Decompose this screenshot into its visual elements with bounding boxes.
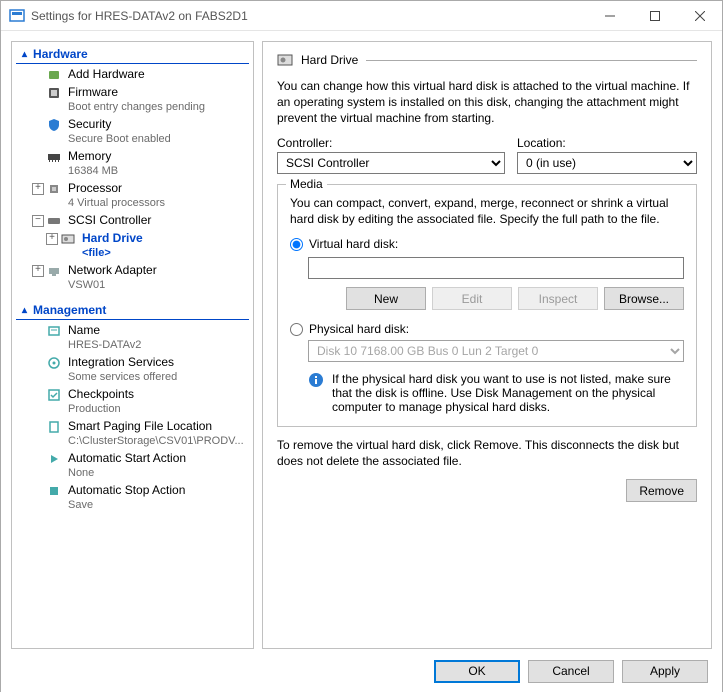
- stop-action-icon: [46, 483, 62, 499]
- location-select[interactable]: 0 (in use): [517, 152, 697, 174]
- media-legend: Media: [286, 177, 327, 191]
- expand-icon[interactable]: +: [32, 183, 44, 195]
- ok-button[interactable]: OK: [434, 660, 520, 683]
- network-icon: [46, 263, 62, 279]
- paging-icon: [46, 419, 62, 435]
- memory-icon: [46, 149, 62, 165]
- location-label: Location:: [517, 136, 697, 150]
- firmware-icon: [46, 85, 62, 101]
- tree-item-auto-stop[interactable]: Automatic Stop Action Save: [12, 482, 253, 514]
- remove-button[interactable]: Remove: [626, 479, 697, 502]
- tree-item-network-adapter[interactable]: + Network Adapter VSW01: [12, 262, 253, 294]
- integration-icon: [46, 355, 62, 371]
- checkpoints-icon: [46, 387, 62, 403]
- vhd-path-input[interactable]: [308, 257, 684, 279]
- start-action-icon: [46, 451, 62, 467]
- expand-icon[interactable]: +: [46, 233, 58, 245]
- controller-label: Controller:: [277, 136, 505, 150]
- info-icon: [308, 372, 324, 388]
- add-hardware-icon: [46, 67, 62, 83]
- collapse-icon[interactable]: −: [32, 215, 44, 227]
- vhd-radio[interactable]: [290, 238, 303, 251]
- minimize-button[interactable]: [587, 1, 632, 31]
- tree-item-auto-start[interactable]: Automatic Start Action None: [12, 450, 253, 482]
- name-icon: [46, 323, 62, 339]
- hardware-category-label: Hardware: [33, 47, 88, 61]
- maximize-button[interactable]: [632, 1, 677, 31]
- inspect-button: Inspect: [518, 287, 598, 310]
- management-category[interactable]: ▴ Management: [16, 300, 249, 320]
- intro-text: You can change how this virtual hard dis…: [277, 78, 697, 126]
- tree-item-checkpoints[interactable]: Checkpoints Production: [12, 386, 253, 418]
- tree-item-name[interactable]: Name HRES-DATAv2: [12, 322, 253, 354]
- apply-button[interactable]: Apply: [622, 660, 708, 683]
- tree-item-scsi-controller[interactable]: − SCSI Controller: [12, 212, 253, 230]
- cancel-button[interactable]: Cancel: [528, 660, 614, 683]
- collapse-icon: ▴: [22, 49, 27, 60]
- media-group: Media You can compact, convert, expand, …: [277, 184, 697, 427]
- vhd-radio-label: Virtual hard disk:: [309, 237, 398, 251]
- expand-icon[interactable]: +: [32, 265, 44, 277]
- close-button[interactable]: [677, 1, 722, 31]
- phd-select: Disk 10 7168.00 GB Bus 0 Lun 2 Target 0: [308, 340, 684, 362]
- divider: [366, 60, 697, 61]
- tree-item-hard-drive[interactable]: + Hard Drive <file>: [12, 230, 253, 262]
- processor-icon: [46, 181, 62, 197]
- controller-icon: [46, 213, 62, 229]
- tree-item-integration-services[interactable]: Integration Services Some services offer…: [12, 354, 253, 386]
- panel-heading: Hard Drive: [301, 53, 358, 67]
- phd-radio[interactable]: [290, 323, 303, 336]
- edit-button: Edit: [432, 287, 512, 310]
- dialog-footer: OK Cancel Apply: [1, 649, 722, 693]
- titlebar: Settings for HRES-DATAv2 on FABS2D1: [1, 1, 722, 31]
- tree-item-add-hardware[interactable]: Add Hardware: [12, 66, 253, 84]
- hardware-category[interactable]: ▴ Hardware: [16, 44, 249, 64]
- collapse-icon: ▴: [22, 305, 27, 316]
- app-icon: [9, 8, 25, 24]
- media-desc: You can compact, convert, expand, merge,…: [290, 195, 684, 227]
- phd-radio-label: Physical hard disk:: [309, 322, 409, 336]
- hard-drive-icon: [60, 231, 76, 247]
- tree-item-firmware[interactable]: Firmware Boot entry changes pending: [12, 84, 253, 116]
- tree-item-processor[interactable]: + Processor 4 Virtual processors: [12, 180, 253, 212]
- tree-item-security[interactable]: Security Secure Boot enabled: [12, 116, 253, 148]
- shield-icon: [46, 117, 62, 133]
- phd-info-text: If the physical hard disk you want to us…: [332, 372, 684, 414]
- settings-tree[interactable]: ▴ Hardware Add Hardware Firmware Boot en…: [11, 41, 254, 649]
- tree-item-smart-paging[interactable]: Smart Paging File Location C:\ClusterSto…: [12, 418, 253, 450]
- hard-drive-icon: [277, 52, 293, 68]
- window-title: Settings for HRES-DATAv2 on FABS2D1: [31, 9, 587, 23]
- browse-button[interactable]: Browse...: [604, 287, 684, 310]
- new-button[interactable]: New: [346, 287, 426, 310]
- detail-panel: Hard Drive You can change how this virtu…: [262, 41, 712, 649]
- management-category-label: Management: [33, 303, 106, 317]
- tree-item-memory[interactable]: Memory 16384 MB: [12, 148, 253, 180]
- controller-select[interactable]: SCSI Controller: [277, 152, 505, 174]
- remove-desc: To remove the virtual hard disk, click R…: [277, 437, 697, 469]
